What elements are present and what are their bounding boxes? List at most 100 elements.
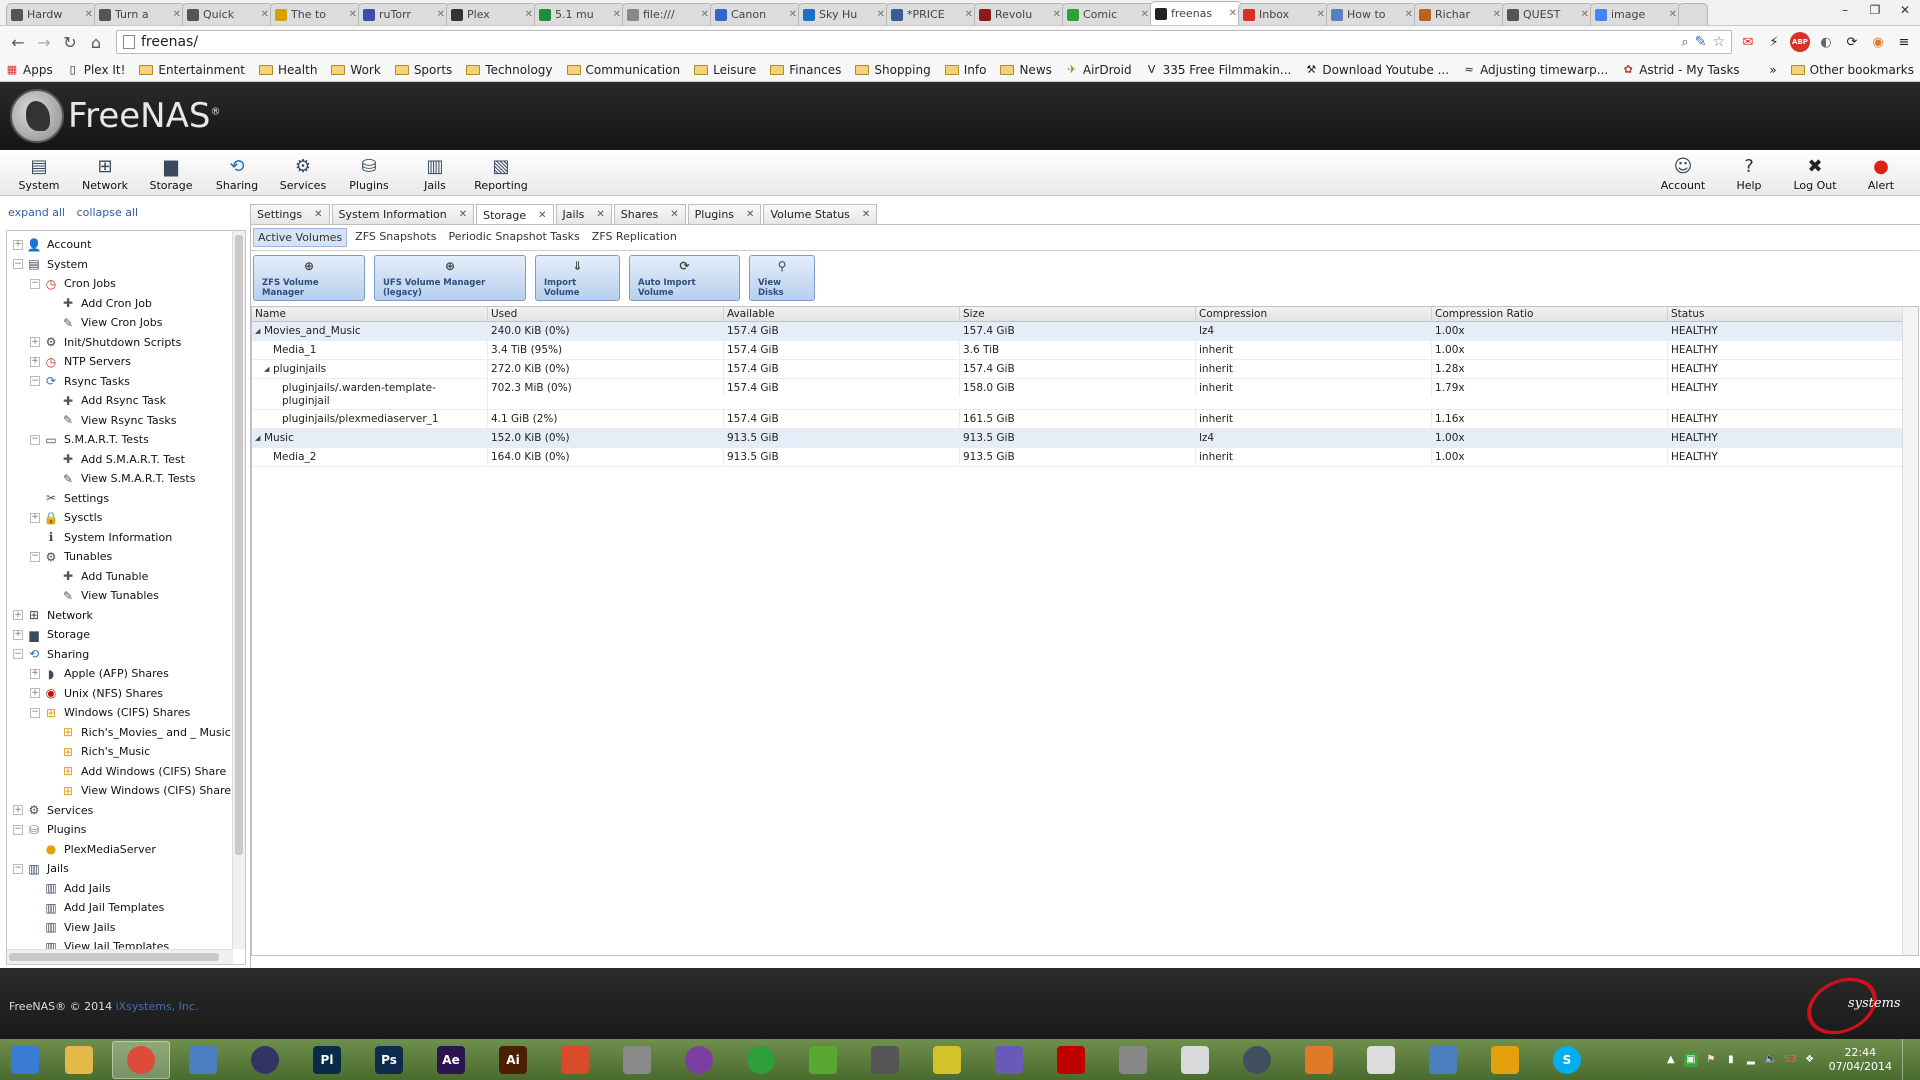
browser-tab[interactable]: ruTorr ✕ <box>358 3 450 25</box>
tree-item-rich-s-music[interactable]: ⊞ Rich's_Music <box>7 742 232 762</box>
browser-tab[interactable]: Hardw ✕ <box>6 3 98 25</box>
bookmark-info[interactable]: Info <box>944 63 986 77</box>
taskbar-airdroid[interactable] <box>794 1041 852 1079</box>
browser-tab[interactable]: Turn a ✕ <box>94 3 186 25</box>
network-tray-icon[interactable]: ▣ <box>1683 1052 1698 1067</box>
collapse-icon[interactable]: − <box>30 551 40 562</box>
forward-icon[interactable]: → <box>32 30 56 54</box>
show-hidden-icon[interactable]: ▲ <box>1664 1053 1678 1067</box>
bookmark-plex-it[interactable]: ▯ Plex It! <box>67 63 126 77</box>
tab-close-icon[interactable]: ✕ <box>613 9 621 20</box>
browser-tab[interactable]: Comic ✕ <box>1062 3 1154 25</box>
adblock-icon[interactable]: ABP <box>1790 32 1810 52</box>
company-link[interactable]: iXsystems, Inc. <box>116 1000 199 1013</box>
tree-item-account[interactable]: + 👤 Account <box>7 235 232 255</box>
power-icon[interactable]: ▮ <box>1724 1053 1738 1067</box>
bookmark-adjusting-timewarp[interactable]: ≈ Adjusting timewarp... <box>1463 63 1608 77</box>
tab-close-icon[interactable]: ✕ <box>965 9 973 20</box>
tab-jails[interactable]: Jails ✕ <box>555 204 612 224</box>
bookmark-shopping[interactable]: Shopping <box>855 63 931 77</box>
tree-vertical-scrollbar[interactable] <box>232 231 245 949</box>
collapse-icon[interactable]: − <box>30 376 40 387</box>
tree-item-add-jails[interactable]: ▥ Add Jails <box>7 879 232 899</box>
sync-icon[interactable]: ⟳ <box>1842 32 1862 52</box>
collapse-icon[interactable]: − <box>30 707 40 718</box>
taskbar-home[interactable] <box>732 1041 790 1079</box>
tree-item-system[interactable]: − ▤ System <box>7 255 232 275</box>
toolbar-log-out-button[interactable]: ✖ Log Out <box>1782 150 1848 193</box>
table-row[interactable]: Media_1 3.4 TiB (95%) 157.4 GiB 3.6 TiB inhe… <box>252 341 1918 360</box>
tab-close-icon[interactable]: ✕ <box>85 9 93 20</box>
tree-item-view-s-m-a-r-t-tests[interactable]: ✎ View S.M.A.R.T. Tests <box>7 469 232 489</box>
toolbar-sharing-button[interactable]: ⟲ Sharing <box>204 150 270 193</box>
table-vertical-scrollbar[interactable] <box>1902 307 1918 955</box>
collapse-all-link[interactable]: collapse all <box>77 206 138 219</box>
subtab-active-volumes[interactable]: Active Volumes <box>253 228 348 247</box>
expand-icon[interactable]: + <box>30 512 40 523</box>
taskbar-illustrator[interactable]: Ai <box>484 1041 542 1079</box>
tree-item-view-cron-jobs[interactable]: ✎ View Cron Jobs <box>7 313 232 333</box>
expand-icon[interactable]: + <box>30 356 40 367</box>
browser-tab[interactable]: image ✕ <box>1590 3 1682 25</box>
tree-item-sysctls[interactable]: + 🔒 Sysctls <box>7 508 232 528</box>
restore-icon[interactable]: ❐ <box>1860 0 1890 20</box>
tab-storage[interactable]: Storage ✕ <box>476 204 554 225</box>
tab-system-information[interactable]: System Information ✕ <box>331 204 475 224</box>
bookmark-health[interactable]: Health <box>259 63 317 77</box>
gmail-icon[interactable]: ✉ <box>1738 32 1758 52</box>
taskbar-prelude[interactable]: Pl <box>298 1041 356 1079</box>
taskbar-alien[interactable] <box>1352 1041 1410 1079</box>
expand-icon[interactable]: + <box>13 610 23 621</box>
tree-item-view-jail-templates[interactable]: ▥ View Jail Templates <box>7 937 232 949</box>
column-header-name[interactable]: Name <box>252 307 488 321</box>
tree-item-add-jail-templates[interactable]: ▥ Add Jail Templates <box>7 898 232 918</box>
signal-icon[interactable]: ▂ <box>1744 1053 1758 1067</box>
collapse-icon[interactable]: − <box>30 434 40 445</box>
tab-close-icon[interactable]: ✕ <box>1493 9 1501 20</box>
tab-close-icon[interactable]: ✕ <box>701 9 709 20</box>
tree-item-plugins[interactable]: − ⛁ Plugins <box>7 820 232 840</box>
tree-item-view-jails[interactable]: ▥ View Jails <box>7 918 232 938</box>
table-row[interactable]: pluginjails/plexmediaserver_1 4.1 GiB (2%… <box>252 410 1918 429</box>
badge-icon[interactable]: 53 <box>1784 1053 1797 1067</box>
toolbar-plugins-button[interactable]: ⛁ Plugins <box>336 150 402 193</box>
tab-close-icon[interactable]: ✕ <box>596 209 604 220</box>
browser-tab[interactable]: Inbox ✕ <box>1238 3 1330 25</box>
tab-close-icon[interactable]: ✕ <box>525 9 533 20</box>
toolbar-account-button[interactable]: ☺ Account <box>1650 150 1716 193</box>
tab-settings[interactable]: Settings ✕ <box>250 204 330 224</box>
browser-tab[interactable]: Revolu ✕ <box>974 3 1066 25</box>
tree-item-view-tunables[interactable]: ✎ View Tunables <box>7 586 232 606</box>
tab-close-icon[interactable]: ✕ <box>1581 9 1589 20</box>
expand-icon[interactable]: + <box>30 688 40 699</box>
expand-icon[interactable]: + <box>13 805 23 816</box>
tab-close-icon[interactable]: ✕ <box>538 210 546 221</box>
tab-close-icon[interactable]: ✕ <box>746 209 754 220</box>
bookmark-astrid-my-tasks[interactable]: ✿ Astrid - My Tasks <box>1622 63 1740 77</box>
home-icon[interactable]: ⌂ <box>84 30 108 54</box>
tab-close-icon[interactable]: ✕ <box>261 9 269 20</box>
star-icon[interactable]: ☆ <box>1712 34 1725 50</box>
browser-tab[interactable]: The to ✕ <box>270 3 362 25</box>
tab-close-icon[interactable]: ✕ <box>1229 8 1237 19</box>
tab-close-icon[interactable]: ✕ <box>670 209 678 220</box>
taskbar-lotus[interactable] <box>1228 1041 1286 1079</box>
browser-tab[interactable]: Sky Hu ✕ <box>798 3 890 25</box>
reload-icon[interactable]: ↻ <box>58 30 82 54</box>
taskbar-windows-start[interactable] <box>4 1041 46 1079</box>
bookmark-airdroid[interactable]: ✈ AirDroid <box>1066 63 1131 77</box>
toolbar-services-button[interactable]: ⚙ Services <box>270 150 336 193</box>
tab-close-icon[interactable]: ✕ <box>862 209 870 220</box>
new-tab-button[interactable] <box>1678 3 1708 25</box>
column-header-compression-ratio[interactable]: Compression Ratio <box>1432 307 1668 321</box>
tree-item-ntp-servers[interactable]: + ◷ NTP Servers <box>7 352 232 372</box>
tree-item-settings[interactable]: ✂ Settings <box>7 489 232 509</box>
collapse-icon[interactable]: − <box>13 259 23 270</box>
browser-tab[interactable]: freenas ✕ <box>1150 1 1242 25</box>
browser-tab[interactable]: Canon ✕ <box>710 3 802 25</box>
table-row[interactable]: ◢ Movies_and_Music 240.0 KiB (0%) 157.4 GiB… <box>252 322 1918 341</box>
tab-volume-status[interactable]: Volume Status ✕ <box>763 204 878 224</box>
browser-tab[interactable]: 5.1 mu ✕ <box>534 3 626 25</box>
toolbar-jails-button[interactable]: ▥ Jails <box>402 150 468 193</box>
toolbar-reporting-button[interactable]: ▧ Reporting <box>468 150 534 193</box>
